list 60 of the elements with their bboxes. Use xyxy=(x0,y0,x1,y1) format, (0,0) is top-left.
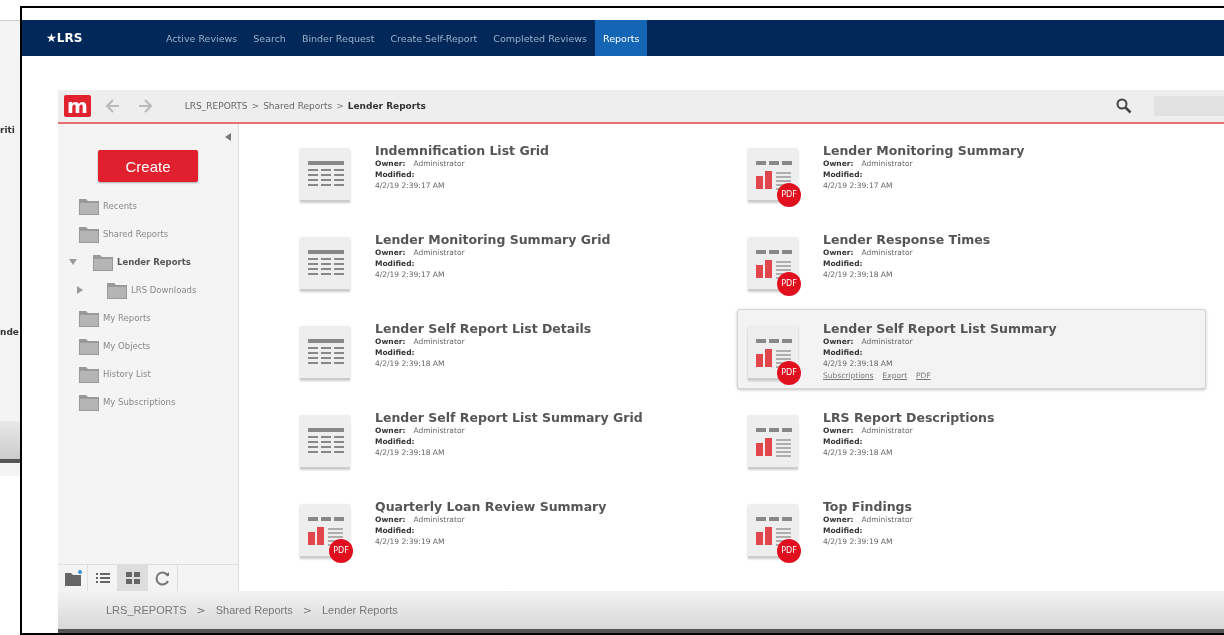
chart-report-icon[interactable] xyxy=(747,147,799,204)
create-button[interactable]: Create xyxy=(98,150,198,182)
collapsed-arrow-icon[interactable] xyxy=(76,286,84,294)
nav-tab[interactable]: Active Reviews xyxy=(158,20,246,56)
grid-report-icon[interactable] xyxy=(299,325,351,382)
folder-icon xyxy=(78,336,100,356)
report-title[interactable]: Lender Self Report List Details xyxy=(375,321,592,336)
background-window-text: riti xyxy=(0,125,15,135)
breadcrumb-separator: > xyxy=(302,603,312,617)
breadcrumb-separator: > xyxy=(336,101,344,111)
grid-report-icon[interactable] xyxy=(299,147,351,204)
folder-icon xyxy=(62,569,83,587)
nav-tab[interactable]: Create Self-Report xyxy=(382,20,486,56)
nav-tab[interactable]: Reports xyxy=(595,20,648,56)
chart-report-icon[interactable] xyxy=(747,503,799,560)
nav-tab[interactable]: Binder Request xyxy=(293,20,383,56)
pdf-badge: PDF xyxy=(329,539,353,563)
breadcrumb-link[interactable]: Shared Reports xyxy=(215,604,293,616)
breadcrumb-link[interactable]: Lender Reports xyxy=(347,101,426,111)
breadcrumb-link[interactable]: LRS_REPORTS xyxy=(184,101,248,111)
report-title[interactable]: Lender Monitoring Summary xyxy=(823,143,1025,158)
report-title[interactable]: Indemnification List Grid xyxy=(375,143,550,158)
breadcrumb-link[interactable]: Lender Reports xyxy=(322,604,398,616)
report-title[interactable]: Lender Monitoring Summary Grid xyxy=(375,232,611,247)
grid-report-icon[interactable] xyxy=(299,414,351,471)
pdf-badge: PDF xyxy=(777,272,801,296)
background-window-text: nde xyxy=(0,327,19,337)
pdf-badge: PDF xyxy=(777,539,801,563)
breadcrumb-separator: > xyxy=(196,603,206,617)
folder-icon xyxy=(78,364,100,384)
report-title[interactable]: Top Findings xyxy=(823,499,913,514)
app-logo[interactable]: ★LRS xyxy=(46,31,158,45)
folder-icon xyxy=(78,392,100,412)
folder-icon xyxy=(78,308,100,328)
breadcrumb-separator: > xyxy=(251,101,260,111)
chart-report-icon[interactable] xyxy=(747,236,799,293)
chart-report-icon[interactable] xyxy=(299,503,351,560)
report-title[interactable]: Lender Self Report List Summary xyxy=(823,321,1057,336)
pdf-badge: PDF xyxy=(777,183,801,207)
chart-report-icon[interactable] xyxy=(747,414,799,471)
app-logo[interactable]: m xyxy=(64,95,91,117)
folder-icon xyxy=(78,196,100,216)
search-icon[interactable] xyxy=(1116,98,1132,114)
collapse-icon[interactable] xyxy=(224,132,232,142)
tree-item[interactable]: Lender Reports xyxy=(117,257,191,267)
folder-icon xyxy=(106,280,128,300)
nav-tab[interactable]: Search xyxy=(245,20,294,56)
grid-report-icon[interactable] xyxy=(299,236,351,293)
breadcrumb-link[interactable]: Shared Reports xyxy=(263,101,333,111)
nav-tab[interactable]: Completed Reviews xyxy=(485,20,595,56)
pdf-badge: PDF xyxy=(777,361,801,385)
expanded-arrow-icon[interactable] xyxy=(69,258,77,266)
view-button[interactable] xyxy=(118,565,148,591)
report-title[interactable]: LRS Report Descriptions xyxy=(823,410,995,425)
report-title[interactable]: Quarterly Loan Review Summary xyxy=(375,499,607,514)
folder-icon xyxy=(92,252,114,272)
folder-icon xyxy=(78,224,100,244)
report-title[interactable]: Lender Self Report List Summary Grid xyxy=(375,410,643,425)
report-title[interactable]: Lender Response Times xyxy=(823,232,991,247)
breadcrumb-link[interactable]: LRS_REPORTS xyxy=(106,604,187,616)
